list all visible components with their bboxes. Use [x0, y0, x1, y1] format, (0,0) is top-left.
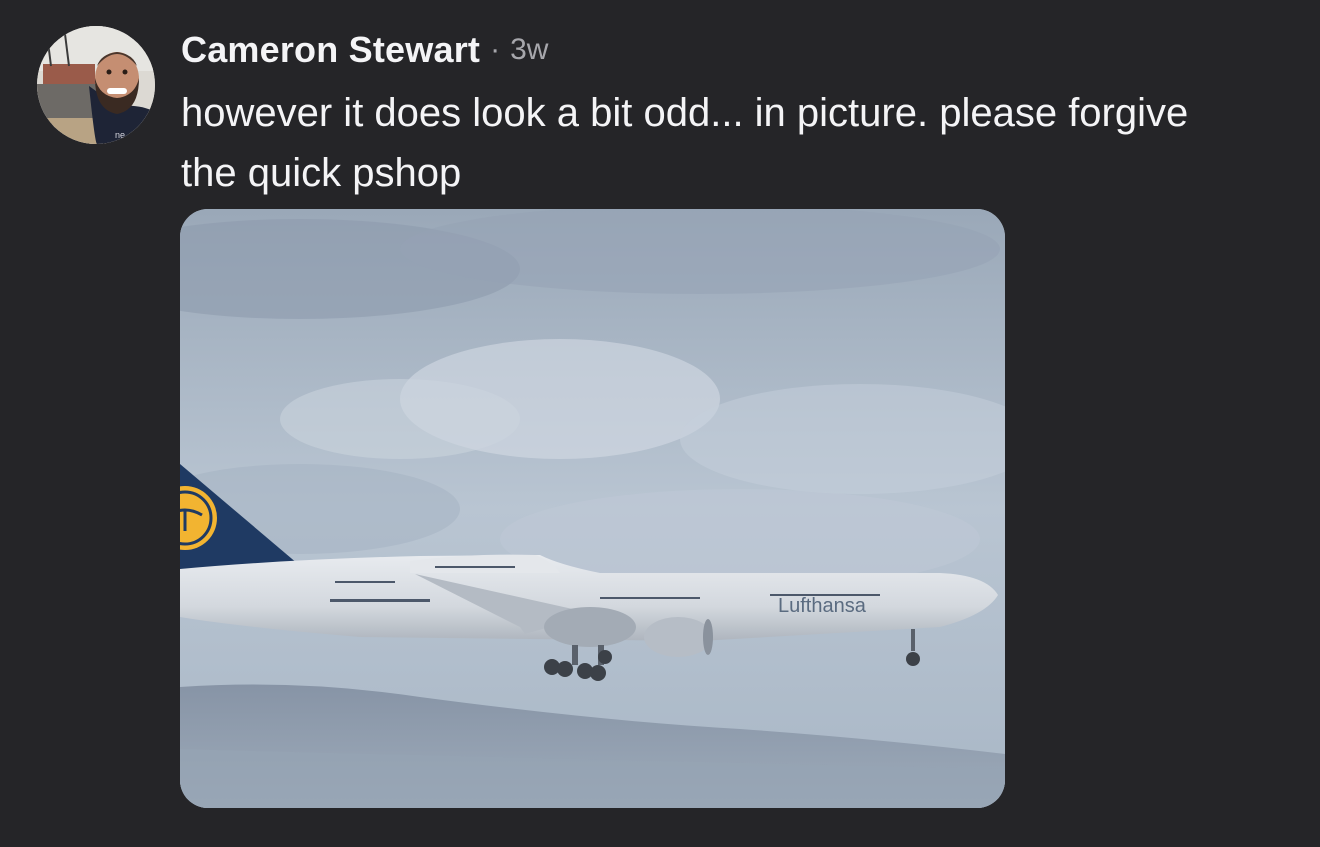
airline-livery-text: Lufthansa	[778, 595, 867, 617]
meta-separator: ·	[490, 33, 501, 66]
avatar-shirt-text: ne	[115, 130, 125, 140]
author-avatar[interactable]: ne	[37, 26, 155, 144]
airplane-photo-icon: Lufthansa	[180, 209, 1005, 808]
post-header: Cameron Stewart · 3w	[181, 28, 548, 72]
comment-post: ne Cameron Stewart · 3w however it does …	[0, 0, 1320, 847]
profile-photo-icon: ne	[37, 26, 155, 144]
post-timestamp[interactable]: 3w	[510, 33, 548, 67]
image-attachment[interactable]: Lufthansa	[180, 209, 1005, 808]
author-name[interactable]: Cameron Stewart	[181, 29, 480, 71]
post-message: however it does look a bit odd... in pic…	[181, 91, 1189, 195]
